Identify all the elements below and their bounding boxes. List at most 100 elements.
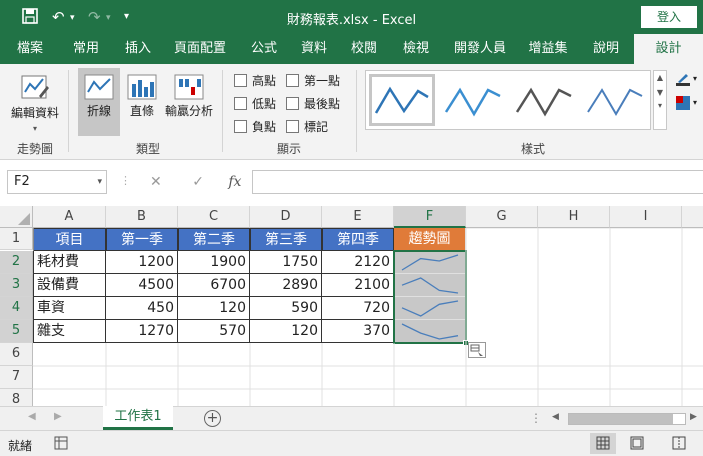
formula-input[interactable] [252,170,703,194]
column-chart-icon [127,74,157,100]
group-label-type: 類型 [135,142,160,156]
normal-view-button[interactable] [590,433,616,454]
formula-bar: F2 ▾ ⋮ ✕ ✓ fx [0,160,703,206]
ribbon-tabs: 檔案 常用 插入 頁面配置 公式 資料 校閱 檢視 開發人員 增益集 說明 設計 [0,34,703,64]
column-type-label: 直條 [129,104,154,118]
scroll-right-icon[interactable]: ▶ [690,412,697,422]
group-label-show: 顯示 [276,142,301,156]
edit-data-label: 編輯資料 [10,106,59,120]
scroll-left-icon[interactable]: ◀ [28,411,36,422]
tab-data[interactable]: 資料 [292,34,336,64]
negative-point-checkbox[interactable]: 負點 [234,118,276,135]
winloss-type-label: 輸贏分析 [164,104,213,118]
tab-help[interactable]: 說明 [584,34,628,64]
row-header-6[interactable]: 6 [0,343,33,366]
markers-checkbox[interactable]: 標記 [286,118,328,135]
edit-data-button[interactable]: 編輯資料 ▾ [8,72,62,133]
cancel-icon[interactable]: ✕ [150,174,162,190]
column-header-f[interactable]: F [394,206,466,228]
status-ready: 就緒 [8,439,33,453]
line-type-label: 折線 [86,104,111,118]
sheet-tab[interactable]: 工作表1 [103,406,173,430]
scroll-left-icon[interactable]: ◀ [552,412,559,422]
horizontal-scrollbar[interactable] [568,413,686,425]
column-header-b[interactable]: B [106,206,178,228]
status-bar: 就緒 [0,430,703,456]
select-all-button[interactable] [0,206,33,228]
tab-view[interactable]: 檢視 [394,34,438,64]
last-point-checkbox[interactable]: 最後點 [286,95,340,112]
column-type-button[interactable]: 直條 [126,74,158,119]
style-option-1[interactable] [369,74,435,126]
tab-design[interactable]: 設計 [634,34,703,64]
divider [68,70,69,152]
insert-function-icon[interactable]: fx [228,174,241,190]
chevron-down-icon[interactable]: ▾ [693,98,697,107]
tab-review[interactable]: 校閱 [342,34,386,64]
tab-insert[interactable]: 插入 [116,34,160,64]
winloss-type-button[interactable]: 輸贏分析 [162,74,216,119]
row-header-2[interactable]: 2 [0,251,33,274]
row-header-8[interactable]: 8 [0,389,33,406]
high-point-checkbox[interactable]: 高點 [234,72,276,89]
row-header-1[interactable]: 1 [0,228,33,250]
style-option-2[interactable] [440,74,506,126]
more-icon[interactable]: ⋮ [530,411,542,425]
style-option-4[interactable] [582,74,648,126]
page-break-view-button[interactable] [672,436,686,453]
column-header-i[interactable]: I [610,206,682,228]
name-box[interactable]: F2 ▾ [7,170,107,194]
line-chart-icon [84,74,114,100]
scrollbar-thumb[interactable] [569,414,673,424]
row-header-5[interactable]: 5 [0,320,33,343]
scroll-right-icon[interactable]: ▶ [54,411,62,422]
tab-formulas[interactable]: 公式 [242,34,286,64]
login-button[interactable]: 登入 [641,6,697,28]
add-sheet-button[interactable]: + [204,410,221,427]
low-point-checkbox[interactable]: 低點 [234,95,276,112]
divider [222,70,223,152]
column-header-a[interactable]: A [33,206,106,228]
macro-recording-icon[interactable] [54,436,68,453]
column-header-g[interactable]: G [466,206,538,228]
column-header-d[interactable]: D [250,206,322,228]
enter-icon[interactable]: ✓ [192,174,204,190]
chevron-down-icon[interactable]: ▼ [654,88,666,97]
style-option-3[interactable] [511,74,577,126]
tab-home[interactable]: 常用 [64,34,108,64]
line-type-button[interactable]: 折線 [78,68,120,136]
group-label-style: 樣式 [520,142,545,156]
marker-color-icon[interactable] [676,96,690,110]
winloss-chart-icon [174,74,204,100]
chevron-down-icon[interactable]: ▾ [97,171,102,193]
ribbon: 編輯資料 ▾ 走勢圖 折線 直條 輸贏分析 類型 高點 低點 負點 第一點 最後… [0,64,703,160]
more-icon: ⋮ [120,174,131,187]
more-icon[interactable]: ▾ [654,101,666,110]
style-gallery-scroll[interactable]: ▲ ▼ ▾ [653,70,667,130]
chevron-up-icon[interactable]: ▲ [654,73,666,82]
window-title: 財務報表.xlsx - Excel [286,13,417,28]
chevron-down-icon: ▾ [32,124,37,133]
row-header-7[interactable]: 7 [0,366,33,389]
page-layout-view-button[interactable] [630,436,644,453]
sparkline-color-icon[interactable] [676,72,690,86]
chevron-down-icon[interactable]: ▾ [693,74,697,83]
tab-file[interactable]: 檔案 [8,34,52,64]
gridlines [33,228,703,406]
first-point-checkbox[interactable]: 第一點 [286,72,340,89]
column-header-j[interactable] [682,206,703,228]
title-bar: ↶ ▾ ↷ ▾ ▾ 財務報表.xlsx - Excel 登入 [0,0,703,34]
column-header-h[interactable]: H [538,206,610,228]
tab-addins[interactable]: 增益集 [522,34,574,64]
edit-data-icon [21,75,49,99]
tab-page-layout[interactable]: 頁面配置 [168,34,232,64]
worksheet-grid: A B C D E F G H I 1 2 3 4 5 6 7 8 項目 第一季… [0,206,703,406]
divider [356,70,357,152]
row-header-3[interactable]: 3 [0,274,33,297]
column-header-e[interactable]: E [322,206,394,228]
row-header-4[interactable]: 4 [0,297,33,320]
group-label-sparkline: 走勢圖 [16,142,53,156]
column-header-c[interactable]: C [178,206,250,228]
style-gallery [365,70,651,130]
tab-developer[interactable]: 開發人員 [448,34,512,64]
